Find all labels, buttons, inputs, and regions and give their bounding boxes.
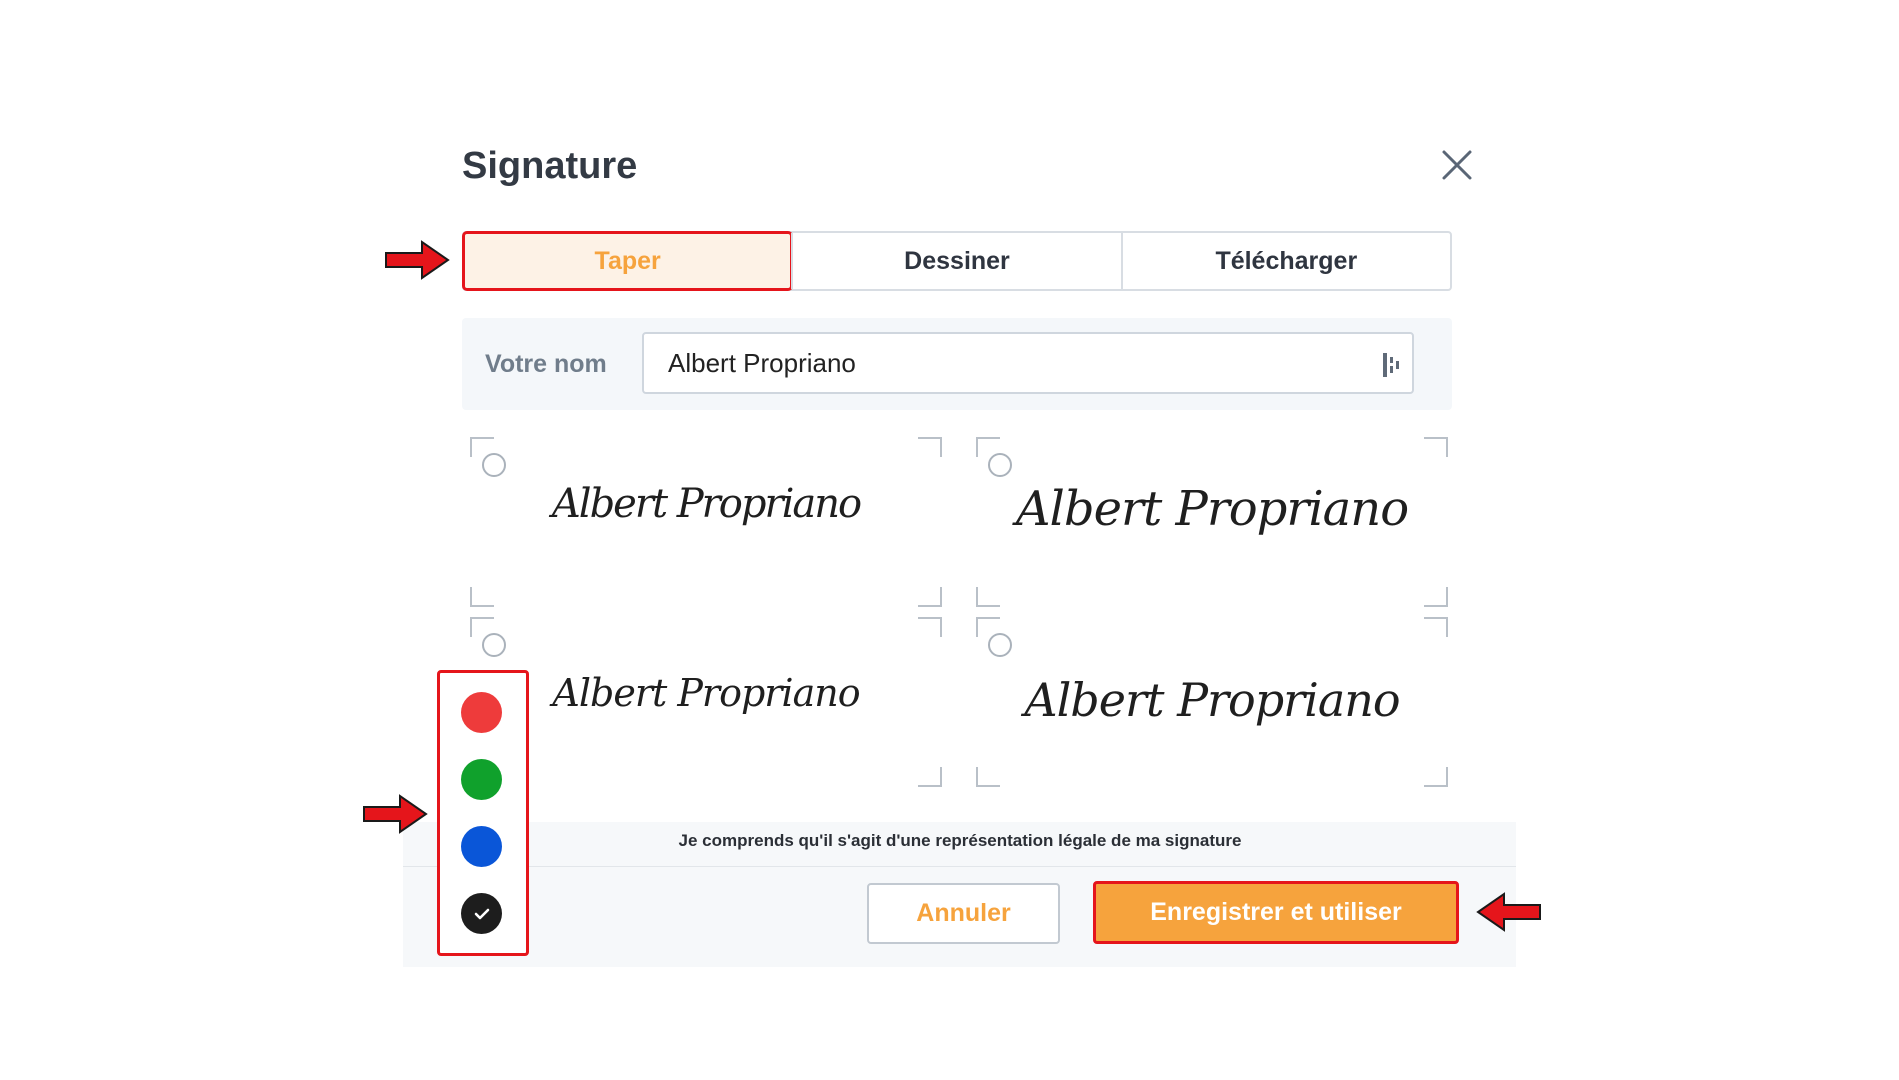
- signature-preview: Albert Propriano: [552, 671, 860, 715]
- signature-mode-tabs: Taper Dessiner Télécharger: [461, 231, 1452, 291]
- color-swatch-green[interactable]: [461, 759, 502, 800]
- footer-divider: [403, 866, 1516, 867]
- color-swatch-red[interactable]: [461, 692, 502, 733]
- signature-radio[interactable]: [482, 633, 506, 657]
- signature-option-4[interactable]: Albert Propriano: [972, 617, 1452, 787]
- annotation-arrow-palette: [363, 794, 428, 834]
- signature-option-2[interactable]: Albert Propriano: [972, 437, 1452, 607]
- signature-radio[interactable]: [988, 453, 1012, 477]
- signature-preview: Albert Propriano: [1024, 673, 1400, 727]
- dialog-title: Signature: [462, 145, 638, 187]
- tab-dessiner[interactable]: Dessiner: [791, 233, 1120, 289]
- annotation-arrow-save: [1476, 892, 1541, 932]
- signature-preview: Albert Propriano: [1015, 481, 1409, 537]
- signature-option-1[interactable]: Albert Propriano: [466, 437, 946, 607]
- signature-option-3[interactable]: Albert Propriano: [466, 617, 946, 787]
- signature-radio[interactable]: [482, 453, 506, 477]
- cancel-button[interactable]: Annuler: [867, 883, 1060, 944]
- tab-taper[interactable]: Taper: [461, 231, 794, 291]
- signature-radio[interactable]: [988, 633, 1012, 657]
- save-and-use-button[interactable]: Enregistrer et utiliser: [1093, 881, 1459, 944]
- checkmark-icon: [474, 908, 489, 919]
- color-swatch-blue[interactable]: [461, 826, 502, 867]
- annotation-arrow-tabs: [385, 240, 450, 280]
- close-icon[interactable]: [1440, 148, 1474, 182]
- name-input[interactable]: [642, 332, 1414, 394]
- password-manager-icon[interactable]: [1382, 352, 1404, 378]
- tab-telecharger[interactable]: Télécharger: [1120, 233, 1450, 289]
- color-swatch-black[interactable]: [461, 893, 502, 934]
- legal-notice: Je comprends qu'il s'agit d'une représen…: [678, 831, 1242, 850]
- name-label: Votre nom: [485, 350, 607, 378]
- signature-preview: Albert Propriano: [551, 481, 862, 527]
